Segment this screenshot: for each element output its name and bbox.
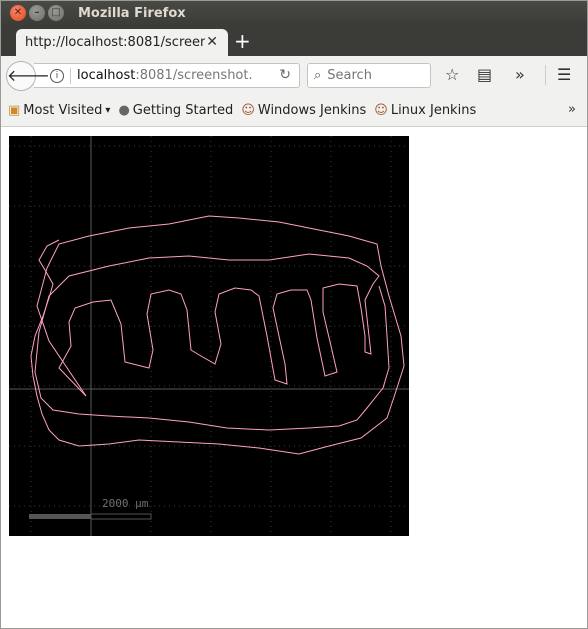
bookmark-star-icon[interactable]: ☆ <box>445 65 459 84</box>
bookmark-getting-started[interactable]: ● Getting Started <box>118 103 233 118</box>
bookmarks-overflow-chevron-icon[interactable]: » <box>568 102 576 117</box>
tab-label: http://localhost:8081/screensh <box>25 35 205 50</box>
back-arrow-icon: 🡐 <box>7 66 50 85</box>
scale-bar-label: 2000 µm <box>102 497 149 510</box>
scale-bar <box>29 513 152 520</box>
bookmark-linux-jenkins[interactable]: ☺ Linux Jenkins <box>374 103 476 118</box>
url-host: localhost <box>77 68 136 83</box>
jenkins-icon: ☺ <box>374 102 388 118</box>
overflow-chevron-icon[interactable]: » <box>515 65 525 84</box>
url-text[interactable]: localhost:8081/screenshot.htm <box>77 68 253 83</box>
contour-plot <box>9 136 409 536</box>
bookmark-windows-jenkins[interactable]: ☺ Windows Jenkins <box>241 103 366 118</box>
url-bar[interactable]: i localhost:8081/screenshot.htm ↻ <box>34 63 300 88</box>
jenkins-icon: ☺ <box>241 102 255 118</box>
bookmarks-toolbar: ▣ Most Visited ▾ ● Getting Started ☺ Win… <box>0 94 588 127</box>
hamburger-menu-icon[interactable]: ☰ <box>557 65 571 84</box>
search-icon: ⌕ <box>314 68 322 83</box>
window-title: Mozilla Firefox <box>78 5 186 21</box>
image-viewer-canvas[interactable]: 2000 µm <box>9 136 409 536</box>
window-titlebar: ✕ – □ Mozilla Firefox <box>0 0 588 26</box>
chevron-down-icon: ▾ <box>105 104 111 116</box>
inner-contour <box>34 253 390 431</box>
reading-list-icon[interactable]: ▤ <box>477 65 492 84</box>
new-tab-button[interactable]: + <box>234 29 251 53</box>
bookmark-label: Most Visited <box>23 102 103 118</box>
tab-strip: http://localhost:8081/screensh ✕ + <box>0 26 588 56</box>
toolbar-separator <box>545 65 546 85</box>
bookmark-label: Getting Started <box>132 102 234 118</box>
tab-close-icon[interactable]: ✕ <box>206 34 218 50</box>
crosshair <box>9 136 409 536</box>
search-box[interactable]: ⌕ <box>307 63 431 88</box>
scale-bar-outline <box>90 513 152 520</box>
globe-icon: ● <box>118 102 130 118</box>
scale-bar-filled <box>29 514 91 519</box>
navigation-toolbar: i localhost:8081/screenshot.htm ↻ 🡐 ⌕ ☆ … <box>0 56 588 94</box>
bookmark-label: Linux Jenkins <box>390 102 477 118</box>
url-separator <box>70 67 71 84</box>
back-button[interactable]: 🡐 <box>6 61 50 91</box>
url-path: :8081/screenshot.htm <box>135 68 253 83</box>
bookmark-label: Windows Jenkins <box>257 102 367 118</box>
bookmark-most-visited[interactable]: ▣ Most Visited ▾ <box>8 103 110 118</box>
folder-icon: ▣ <box>8 102 21 118</box>
outer-contour <box>30 215 405 455</box>
window-maximize-button[interactable]: □ <box>48 5 64 21</box>
reload-icon[interactable]: ↻ <box>279 67 291 83</box>
tab-active[interactable]: http://localhost:8081/screensh ✕ <box>16 29 228 56</box>
dotted-grid <box>9 136 409 536</box>
window-close-button[interactable]: ✕ <box>10 5 26 21</box>
contour-outlines <box>30 215 405 455</box>
search-input[interactable] <box>327 68 418 83</box>
window-minimize-button[interactable]: – <box>29 5 45 21</box>
info-icon[interactable]: i <box>50 68 64 83</box>
